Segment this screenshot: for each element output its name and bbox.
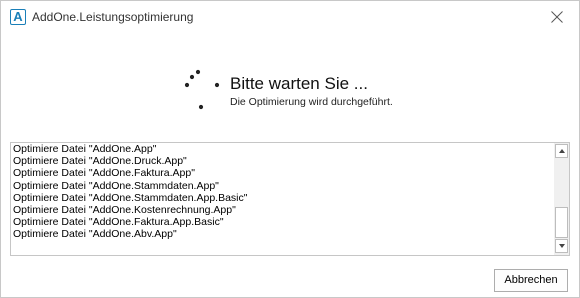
log-line: Optimiere Datei "AddOne.App" (13, 143, 157, 155)
log-scrollbar[interactable] (554, 143, 569, 255)
log-line: Optimiere Datei "AddOne.Kostenrechnung.A… (13, 204, 236, 217)
title-bar[interactable]: A AddOne.Leistungsoptimierung (1, 1, 579, 33)
log-line: Optimiere Datei "AddOne.Stammdaten.App" (13, 179, 219, 192)
log-line: Optimiere Datei "AddOne.Druck.App" (13, 155, 187, 168)
spinner-dot-icon (214, 82, 220, 88)
scroll-down-button[interactable] (555, 239, 568, 253)
dialog-window: A AddOne.Leistungsoptimierung Bitte wart… (0, 0, 580, 298)
log-line: Optimiere Datei "AddOne.Abv.App" (13, 228, 177, 241)
log-line: Optimiere Datei "AddOne.Stammdaten.App.B… (13, 191, 248, 204)
log-list[interactable]: Optimiere Datei "AddOne.App" Optimiere D… (10, 142, 570, 256)
app-icon: A (10, 9, 26, 25)
log-lines: Optimiere Datei "AddOne.App" Optimiere D… (13, 143, 553, 241)
log-line: Optimiere Datei "AddOne.Faktura.App.Basi… (13, 216, 224, 229)
cancel-button[interactable]: Abbrechen (494, 269, 568, 292)
close-icon (551, 11, 563, 23)
arrow-down-icon (559, 244, 565, 248)
window-title: AddOne.Leistungsoptimierung (32, 10, 194, 24)
scroll-thumb[interactable] (555, 207, 568, 238)
log-line: Optimiere Datei "AddOne.Faktura.App" (13, 167, 195, 180)
scroll-up-button[interactable] (555, 144, 568, 158)
loading-spinner-icon (184, 69, 204, 110)
close-button[interactable] (546, 6, 568, 28)
status-heading: Bitte warten Sie ... (230, 74, 368, 93)
arrow-up-icon (559, 149, 565, 153)
status-subtext: Die Optimierung wird durchgeführt. (230, 96, 393, 108)
